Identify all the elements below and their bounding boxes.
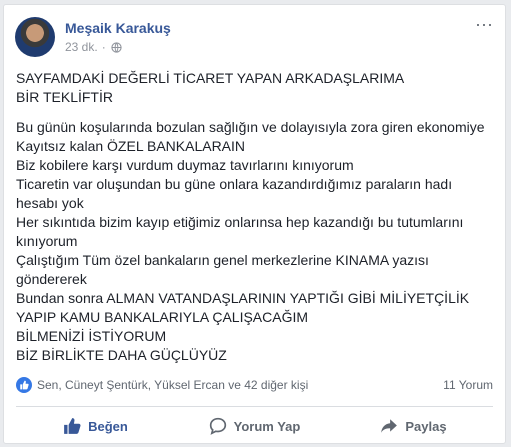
post-line: YAPIP KAMU BANKALARIYLA ÇALIŞACAĞIM bbox=[16, 309, 309, 325]
author-avatar[interactable] bbox=[15, 17, 55, 57]
share-icon bbox=[381, 419, 398, 433]
like-thumb-icon bbox=[64, 418, 81, 434]
post-line: Ticaretin var oluşundan bu güne onlara k… bbox=[16, 176, 453, 192]
divider bbox=[16, 406, 493, 407]
comment-count[interactable]: 11 Yorum bbox=[443, 378, 493, 392]
post-line: Çalıştığım Tüm özel bankaların genel mer… bbox=[16, 252, 429, 268]
comment-label: Yorum Yap bbox=[233, 418, 301, 434]
post-line: Bu günün koşularında bozulan sağlığın ve… bbox=[16, 119, 485, 135]
post-paragraph: Bu günün koşularında bozulan sağlığın ve… bbox=[16, 118, 496, 365]
post-text: SAYFAMDAKİ DEĞERLİ TİCARET YAPAN ARKADAŞ… bbox=[16, 69, 496, 376]
post-meta: 23 dk. · bbox=[65, 40, 122, 54]
post-time[interactable]: 23 dk. bbox=[65, 40, 98, 54]
post-line: hesabı yok bbox=[16, 195, 84, 211]
reactions-bar: Sen, Cüneyt Şentürk, Yüksel Ercan ve 42 … bbox=[16, 375, 493, 395]
globe-icon bbox=[111, 41, 122, 53]
post-line: BİLMENİZİ İSTİYORUM bbox=[16, 328, 167, 344]
comment-button[interactable]: Yorum Yap bbox=[175, 411, 334, 441]
more-options-icon[interactable]: ··· bbox=[475, 15, 493, 33]
post-line: Kayıtsız kalan ÖZEL BANKALARAIN bbox=[16, 138, 246, 154]
author-name[interactable]: Meşaik Karakuş bbox=[65, 20, 171, 36]
post-paragraph: SAYFAMDAKİ DEĞERLİ TİCARET YAPAN ARKADAŞ… bbox=[16, 69, 496, 107]
post-line: BİR TEKLİFTİR bbox=[16, 89, 113, 105]
post-line: BİZ BİRLİKTE DAHA GÜÇLÜYÜZ bbox=[16, 347, 227, 363]
share-label: Paylaş bbox=[405, 418, 447, 434]
like-label: Beğen bbox=[88, 418, 128, 434]
post-line: SAYFAMDAKİ DEĞERLİ TİCARET YAPAN ARKADAŞ… bbox=[16, 70, 405, 86]
post-line: Bundan sonra ALMAN VATANDAŞLARININ YAPTI… bbox=[16, 290, 470, 306]
post-card: Meşaik Karakuş 23 dk. · ··· SAYFAMDAKİ D… bbox=[3, 4, 506, 444]
post-line: kınıyorum bbox=[16, 233, 78, 249]
post-line: Biz kobilere karşı vurdum duymaz tavırla… bbox=[16, 157, 354, 173]
like-reaction-icon[interactable] bbox=[16, 377, 32, 393]
share-button[interactable]: Paylaş bbox=[334, 411, 493, 441]
action-bar: Beğen Yorum Yap Paylaş bbox=[16, 411, 493, 441]
meta-separator: · bbox=[101, 40, 106, 54]
like-button[interactable]: Beğen bbox=[16, 411, 175, 441]
comment-icon bbox=[209, 417, 226, 435]
reaction-names[interactable]: Sen, Cüneyt Şentürk, Yüksel Ercan ve 42 … bbox=[37, 378, 443, 392]
post-line: göndererek bbox=[16, 271, 87, 287]
post-line: Her sıkıntıda bizim kayıp etiğimiz onlar… bbox=[16, 214, 464, 230]
